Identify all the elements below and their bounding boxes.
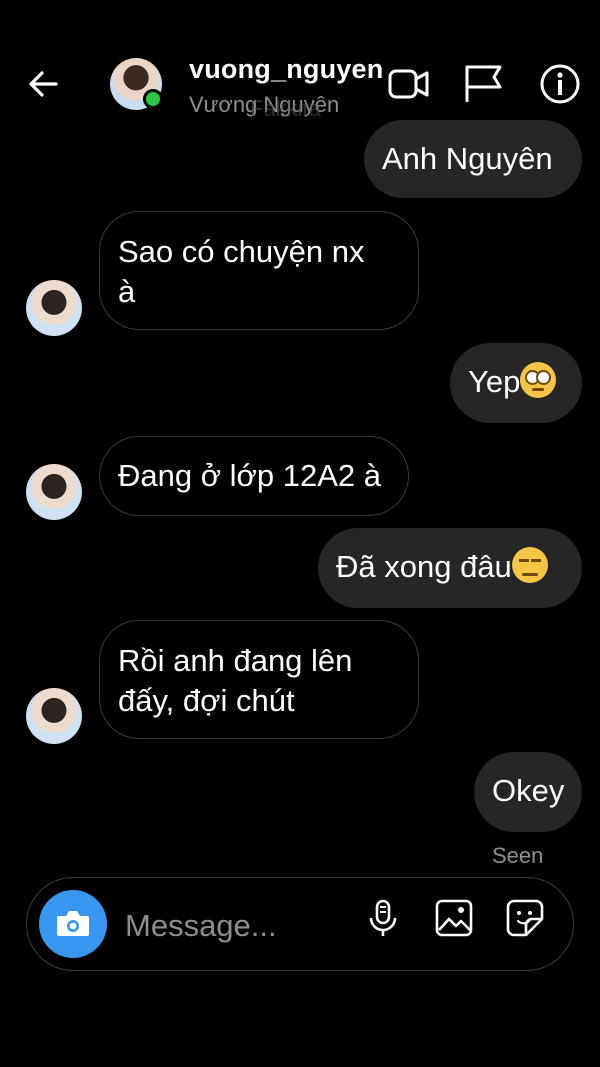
message-input[interactable] [125,904,345,948]
message-bubble-outgoing[interactable]: Okey [474,752,582,832]
message-bubble-outgoing[interactable]: Yep [450,343,582,423]
back-arrow-icon[interactable] [26,66,62,102]
sender-avatar[interactable] [26,280,82,336]
microphone-icon[interactable] [363,898,403,938]
message-bubble-incoming[interactable]: Đang ở lớp 12A2 à [99,436,409,516]
message-text: Okey [492,773,565,808]
message-text: đấy, đợi chút [118,683,295,718]
message-text: Đã xong đâu [336,549,512,584]
report-flag-icon[interactable] [462,62,506,106]
message-text: à [118,274,136,309]
message-text: Yep [468,364,521,399]
online-status-dot [143,89,163,109]
sticker-icon[interactable] [505,898,545,938]
header-username[interactable]: vuong_nguyen [189,54,383,85]
watermark: Fakkita [250,96,321,121]
camera-icon [57,911,89,936]
expressionless-emoji-icon [511,547,548,583]
gallery-image-icon[interactable] [434,898,474,938]
message-bubble-incoming[interactable]: Rồi anh đang lên đấy, đợi chút [99,620,419,739]
video-call-icon[interactable] [387,62,431,106]
camera-button[interactable] [39,890,107,958]
message-bubble-outgoing[interactable]: Anh Nguyên [364,120,582,198]
info-icon[interactable] [538,62,582,106]
seen-status: Seen [492,843,544,868]
sender-avatar[interactable] [26,688,82,744]
rolling-eyes-emoji-icon [520,362,557,398]
message-text: Rồi anh đang lên [118,643,353,678]
sender-avatar[interactable] [26,464,82,520]
message-text: Anh Nguyên [382,141,553,176]
message-bubble-outgoing[interactable]: Đã xong đâu [318,528,582,608]
message-text: Đang ở lớp 12A2 à [118,458,381,493]
message-text: Sao có chuyện nx [118,234,365,269]
message-bubble-incoming[interactable]: Sao có chuyện nx à [99,211,419,330]
